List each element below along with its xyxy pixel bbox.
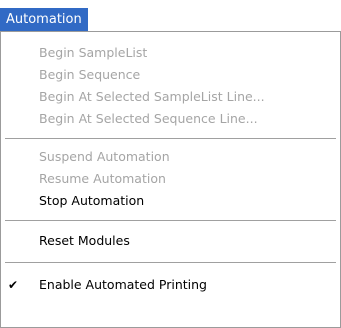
menu-item-label: Stop Automation xyxy=(39,193,145,208)
menu-separator xyxy=(5,262,336,263)
menu-item-begin-at-selected-sequence-line: Begin At Selected Sequence Line... xyxy=(1,108,340,130)
menu-item-begin-sequence: Begin Sequence xyxy=(1,64,340,86)
checkmark-icon: ✔ xyxy=(8,278,19,292)
menu-item-begin-samplelist: Begin SampleList xyxy=(1,42,340,64)
menu-bar: Automation xyxy=(0,0,341,32)
menu-item-label: Begin At Selected Sequence Line... xyxy=(39,111,258,126)
menu-item-suspend-automation: Suspend Automation xyxy=(1,146,340,168)
menu-item-label: Suspend Automation xyxy=(39,149,170,164)
automation-dropdown-menu: Begin SampleList Begin Sequence Begin At… xyxy=(0,31,341,328)
automation-menu-title[interactable]: Automation xyxy=(0,8,88,31)
menu-item-label: Resume Automation xyxy=(39,171,166,186)
menu-item-label: Begin At Selected SampleList Line... xyxy=(39,89,265,104)
menu-item-enable-automated-printing[interactable]: ✔ Enable Automated Printing xyxy=(1,274,340,296)
menu-separator xyxy=(5,220,336,221)
menu-item-label: Reset Modules xyxy=(39,233,130,248)
menu-item-label: Begin SampleList xyxy=(39,45,148,60)
menu-item-begin-at-selected-samplelist-line: Begin At Selected SampleList Line... xyxy=(1,86,340,108)
menu-item-reset-modules[interactable]: Reset Modules xyxy=(1,230,340,252)
menu-separator xyxy=(5,138,336,139)
menu-item-stop-automation[interactable]: Stop Automation xyxy=(1,190,340,212)
menu-item-resume-automation: Resume Automation xyxy=(1,168,340,190)
menu-item-label: Enable Automated Printing xyxy=(39,277,207,292)
menu-item-label: Begin Sequence xyxy=(39,67,141,82)
